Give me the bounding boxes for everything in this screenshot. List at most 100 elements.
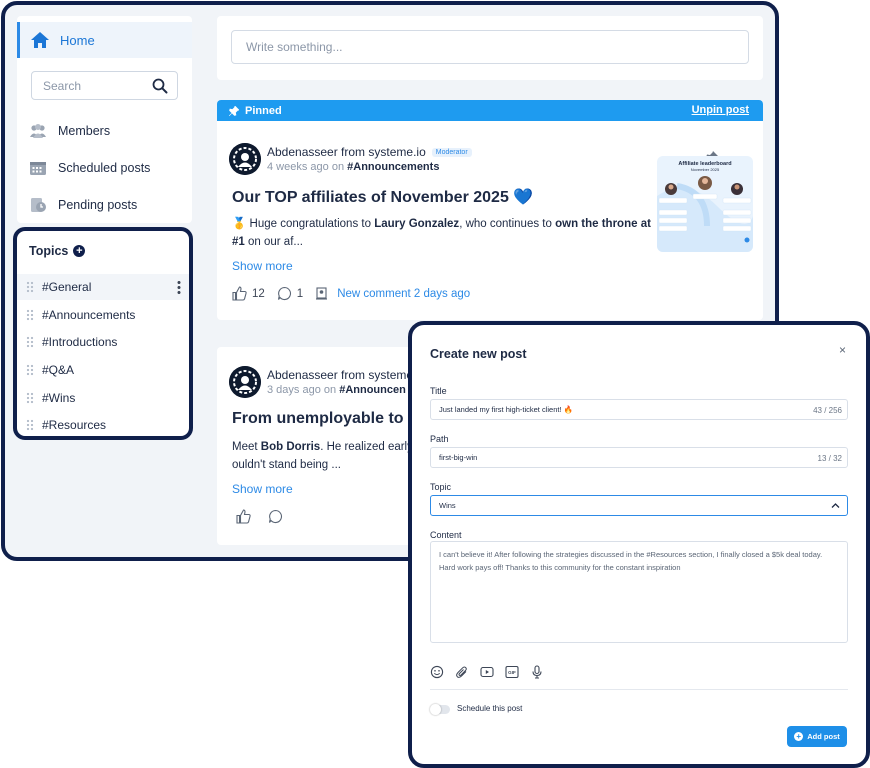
topic-label: #Introductions (42, 335, 118, 349)
video-icon[interactable] (480, 665, 494, 679)
modal-title: Create new post (430, 347, 527, 361)
topic-label: #Announcements (42, 308, 136, 322)
topic-label: #General (42, 280, 92, 294)
attachment-icon[interactable] (455, 665, 469, 679)
topics-header: Topics + (29, 244, 86, 258)
show-more-link[interactable]: Show more (232, 482, 293, 496)
author-name[interactable]: Abdenasseer from systeme.io (267, 145, 426, 159)
editor-toolbar: GIF (430, 665, 555, 679)
post-title-text: Our TOP affiliates of November 2025 (232, 189, 509, 206)
author-avatar[interactable] (229, 366, 261, 398)
emoji-icon[interactable] (430, 665, 444, 679)
path-input[interactable]: first-big-win 13 / 32 (430, 447, 848, 468)
post-thumbnail[interactable]: Affiliate leaderboard November 2025 (657, 156, 753, 252)
content-label: Content (430, 530, 462, 540)
drag-handle-icon[interactable] (26, 392, 34, 404)
topics-panel: Topics + #General #Announcements #Introd… (13, 227, 193, 440)
avatar-logo-icon (229, 366, 261, 398)
sidebar-item-label: Home (60, 32, 95, 48)
post-topic-link[interactable]: #Announcements (347, 161, 439, 173)
gif-label: GIF (508, 670, 516, 675)
post-meta: 4 weeks ago on #Announcements (267, 161, 439, 173)
post-time: 3 days ago (267, 384, 321, 396)
avatar-logo-icon (229, 143, 261, 175)
microphone-icon[interactable] (530, 665, 544, 679)
title-label: Title (430, 386, 447, 396)
chevron-up-icon[interactable] (831, 501, 840, 510)
topic-select[interactable]: Wins (430, 495, 848, 516)
topic-label: #Q&A (42, 363, 75, 377)
topic-item[interactable]: #General (17, 274, 189, 300)
like-icon[interactable] (232, 286, 247, 301)
close-icon[interactable]: × (839, 343, 846, 357)
unpin-post-link[interactable]: Unpin post (692, 104, 749, 116)
more-options-icon[interactable] (177, 280, 181, 294)
moderator-badge: Moderator (431, 148, 472, 157)
post-time: 4 weeks ago (267, 161, 329, 173)
plus-icon: + (794, 732, 804, 741)
excerpt-text: . He realized early (320, 441, 413, 453)
sidebar-item-members[interactable]: Members (29, 120, 110, 142)
topics-title: Topics (29, 244, 69, 258)
topic-item[interactable]: #Announcements (17, 302, 189, 328)
sidebar-item-pending-posts[interactable]: Pending posts (29, 194, 137, 216)
add-post-button[interactable]: + Add post (787, 726, 847, 747)
sidebar-item-home[interactable]: Home (17, 22, 192, 58)
calendar-icon (30, 162, 46, 175)
drag-handle-icon[interactable] (26, 336, 34, 348)
post-author[interactable]: Abdenasseer from systeme.io Moderator (267, 145, 472, 159)
post-actions: 12 1 New comment 2 days ago (232, 286, 470, 301)
comment-count: 1 (296, 287, 304, 300)
topic-item[interactable]: #Q&A (17, 357, 189, 383)
post-excerpt: 🥇 Huge congratulations to Laury Gonzalez… (232, 215, 652, 251)
comment-icon[interactable] (268, 509, 283, 524)
comment-icon[interactable] (277, 286, 292, 301)
drag-handle-icon[interactable] (26, 309, 34, 321)
topic-item[interactable]: #Wins (17, 385, 189, 411)
post-composer: Write something... (217, 16, 763, 80)
topic-item[interactable]: #Introductions (17, 329, 189, 355)
gif-icon[interactable]: GIF (505, 665, 519, 679)
write-something-input[interactable]: Write something... (231, 30, 749, 64)
sidebar-item-label: Scheduled posts (58, 161, 151, 175)
drag-handle-icon[interactable] (26, 364, 34, 376)
post-meta: 3 days ago on #Announcen (267, 384, 406, 396)
post-topic-link[interactable]: #Announcen (339, 384, 406, 396)
title-char-count: 43 / 256 (813, 406, 842, 415)
search-placeholder: Search (43, 78, 82, 93)
drag-handle-icon[interactable] (26, 419, 34, 431)
excerpt-text: on our af... (244, 236, 303, 248)
divider (430, 689, 848, 690)
sidebar-item-label: Pending posts (58, 198, 138, 212)
topic-item[interactable]: #Resources (17, 412, 189, 438)
excerpt-text: , who continues to (459, 218, 556, 230)
schedule-toggle[interactable] (430, 704, 450, 715)
topic-value: Wins (439, 501, 456, 510)
pending-icon (31, 198, 46, 212)
like-icon[interactable] (236, 509, 251, 524)
comment-activity-icon (316, 287, 328, 300)
new-comment-link[interactable]: New comment 2 days ago (337, 288, 470, 300)
author-avatar[interactable] (229, 143, 261, 175)
author-name[interactable]: Abdenasseer from systeme (267, 368, 413, 382)
drag-handle-icon[interactable] (26, 281, 34, 293)
search-input[interactable]: Search (31, 71, 178, 100)
search-icon[interactable] (152, 78, 168, 94)
schedule-label: Schedule this post (457, 704, 523, 713)
title-input[interactable]: Just landed my first high-ticket client!… (430, 399, 848, 420)
sidebar-item-label: Members (58, 124, 111, 138)
post-title[interactable]: Our TOP affiliates of November 2025 💙 (232, 187, 533, 207)
content-textarea[interactable]: I can't believe it! After following the … (430, 541, 848, 643)
show-more-link[interactable]: Show more (232, 259, 293, 273)
leaderboard-image: Affiliate leaderboard November 2025 (657, 156, 753, 252)
excerpt-name: Bob Dorris (260, 441, 321, 453)
sidebar-item-scheduled-posts[interactable]: Scheduled posts (29, 157, 150, 179)
path-char-count: 13 / 32 (817, 454, 842, 463)
home-icon (31, 32, 49, 48)
topic-label: Topic (430, 482, 452, 492)
members-icon (30, 124, 46, 138)
post-title[interactable]: From unemployable to a (232, 410, 417, 428)
content-value: I can't believe it! After following the … (439, 550, 823, 572)
add-topic-button[interactable]: + (73, 245, 86, 257)
like-count: 12 (252, 287, 265, 300)
